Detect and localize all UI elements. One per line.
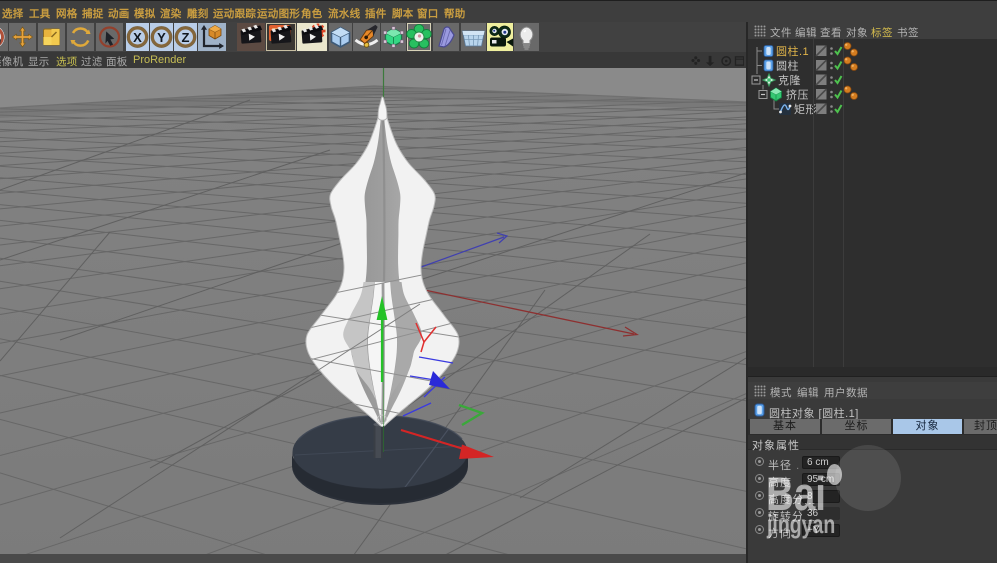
svg-text:X: X: [133, 30, 142, 45]
svg-text:Y: Y: [157, 30, 166, 45]
svg-text:挤压: 挤压: [786, 88, 809, 102]
svg-text:圆柱.1: 圆柱.1: [776, 44, 809, 58]
svg-text:圆柱: 圆柱: [776, 59, 799, 73]
svg-text:克隆: 克隆: [778, 73, 801, 87]
svg-text:Z: Z: [182, 30, 190, 45]
